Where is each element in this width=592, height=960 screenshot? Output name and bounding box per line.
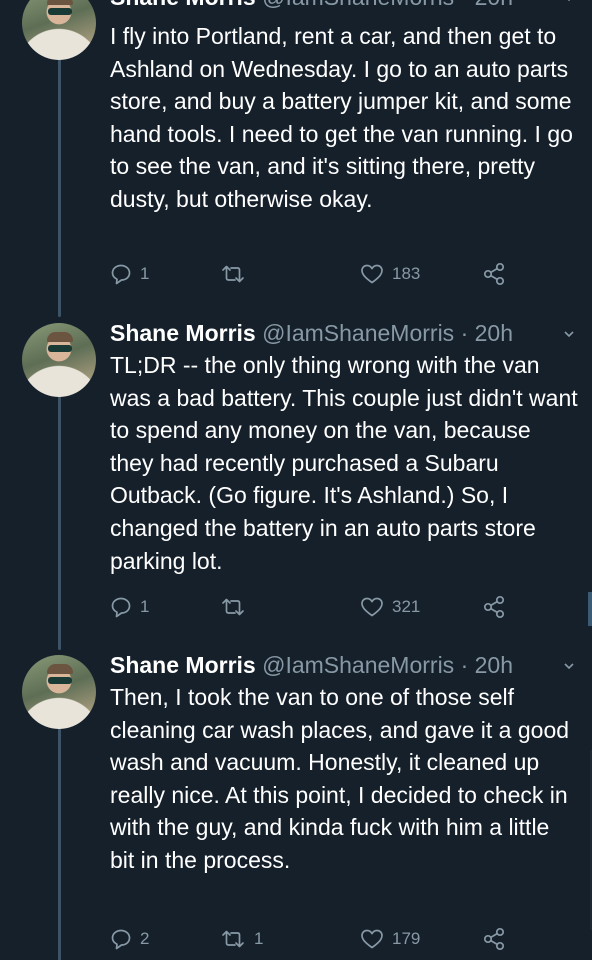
retweet-button[interactable] bbox=[220, 259, 254, 289]
share-button[interactable] bbox=[482, 924, 506, 954]
like-count: 179 bbox=[392, 929, 421, 948]
avatar[interactable] bbox=[22, 323, 96, 397]
timestamp[interactable]: · 20h bbox=[461, 0, 513, 10]
share-button[interactable] bbox=[482, 592, 506, 622]
tweet[interactable]: Shane Morris @IamShaneMorris · 20h TL;DR… bbox=[0, 313, 592, 650]
retweet-count: 1 bbox=[254, 929, 264, 948]
tweet-header: Shane Morris @IamShaneMorris · 20h bbox=[110, 0, 592, 12]
tweet-actions: 2 1 179 bbox=[110, 924, 530, 954]
tweet-actions: 1 321 bbox=[110, 592, 530, 622]
reply-count: 1 bbox=[140, 597, 150, 616]
like-count: 321 bbox=[392, 597, 421, 616]
reply-icon bbox=[111, 597, 131, 618]
retweet-button[interactable] bbox=[220, 592, 254, 622]
share-icon bbox=[483, 262, 505, 286]
share-icon bbox=[483, 595, 505, 619]
reply-button[interactable]: 1 bbox=[110, 259, 149, 289]
tweet-header: Shane Morris @IamShaneMorris · 20h bbox=[110, 650, 592, 680]
like-count: 183 bbox=[392, 264, 421, 283]
share-button[interactable] bbox=[482, 259, 506, 289]
tweet-text: TL;DR -- the only thing wrong with the v… bbox=[110, 352, 578, 574]
tweet[interactable]: Shane Morris @IamShaneMorris · 20h I fly… bbox=[0, 0, 592, 317]
avatar-hair bbox=[47, 0, 73, 5]
share-icon bbox=[483, 927, 505, 951]
user-handle[interactable]: @IamShaneMorris bbox=[262, 320, 454, 346]
timestamp[interactable]: · 20h bbox=[461, 652, 513, 678]
reply-count: 1 bbox=[140, 264, 150, 283]
thread-line bbox=[58, 710, 61, 960]
like-button[interactable]: 179 bbox=[360, 924, 420, 954]
reply-count: 2 bbox=[140, 929, 150, 948]
reply-icon bbox=[111, 929, 131, 950]
tweet-text: I fly into Portland, rent a car, and the… bbox=[110, 23, 573, 212]
chevron-down-icon[interactable] bbox=[564, 329, 574, 339]
retweet-icon bbox=[222, 930, 244, 948]
like-button[interactable]: 183 bbox=[360, 259, 420, 289]
heart-icon bbox=[361, 264, 383, 284]
reply-icon bbox=[111, 264, 131, 285]
retweet-icon bbox=[222, 598, 244, 616]
display-name[interactable]: Shane Morris bbox=[110, 0, 256, 10]
heart-icon bbox=[361, 929, 383, 949]
retweet-button[interactable]: 1 bbox=[220, 924, 263, 954]
user-handle[interactable]: @IamShaneMorris bbox=[262, 0, 454, 10]
avatar-hair bbox=[47, 332, 73, 342]
reply-button[interactable]: 2 bbox=[110, 924, 149, 954]
avatar[interactable] bbox=[22, 0, 96, 60]
display-name[interactable]: Shane Morris bbox=[110, 652, 256, 678]
user-handle[interactable]: @IamShaneMorris bbox=[262, 652, 454, 678]
tweet-actions: 1 183 bbox=[110, 259, 530, 289]
like-button[interactable]: 321 bbox=[360, 592, 420, 622]
tweet[interactable]: Shane Morris @IamShaneMorris · 20h Then,… bbox=[0, 645, 592, 960]
thread-line bbox=[58, 378, 61, 650]
reply-button[interactable]: 1 bbox=[110, 592, 149, 622]
tweet-thread: Shane Morris @IamShaneMorris · 20h I fly… bbox=[0, 0, 592, 960]
avatar-sunglasses bbox=[48, 345, 72, 352]
scrollbar-thumb[interactable] bbox=[588, 592, 592, 626]
chevron-down-icon[interactable] bbox=[564, 0, 574, 3]
timestamp[interactable]: · 20h bbox=[461, 320, 513, 346]
chevron-down-icon[interactable] bbox=[564, 661, 574, 671]
avatar-sunglasses bbox=[48, 677, 72, 684]
display-name[interactable]: Shane Morris bbox=[110, 320, 256, 346]
avatar-hair bbox=[47, 664, 73, 674]
retweet-icon bbox=[222, 265, 244, 283]
tweet-text: Then, I took the van to one of those sel… bbox=[110, 684, 570, 873]
heart-icon bbox=[361, 597, 383, 617]
avatar[interactable] bbox=[22, 655, 96, 729]
tweet-header: Shane Morris @IamShaneMorris · 20h bbox=[110, 318, 592, 348]
avatar-sunglasses bbox=[48, 8, 72, 15]
